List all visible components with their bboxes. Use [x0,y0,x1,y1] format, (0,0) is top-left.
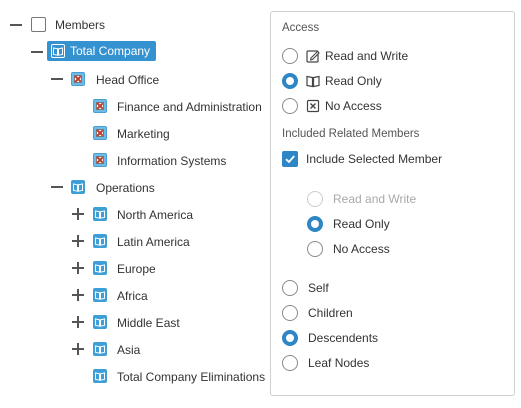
checkmark-icon[interactable] [282,151,298,167]
tree-item-total-company-eliminations[interactable]: Total Company Eliminations [117,370,265,384]
members-checkbox[interactable] [31,17,46,32]
selected-access-read-only[interactable]: Read Only [307,215,390,233]
option-label: Read and Write [333,192,417,206]
x-square-icon [306,99,320,113]
option-label: Read Only [325,74,382,88]
collapse-members-toggle[interactable] [10,19,22,31]
radio-button[interactable] [282,280,298,296]
book-icon [93,315,107,329]
pencil-square-icon [306,50,320,63]
option-label: Read and Write [325,49,409,63]
collapse-total-company-toggle[interactable] [31,46,43,58]
option-label: Read Only [333,217,390,231]
expand-africa-toggle[interactable] [72,289,84,301]
radio-button[interactable] [282,98,298,114]
tree-item-latin-america[interactable]: Latin America [117,235,190,249]
collapse-operations-toggle[interactable] [51,181,63,193]
book-icon [93,288,107,302]
relation-leaf-nodes[interactable]: Leaf Nodes [282,354,369,372]
include-selected-member-checkbox[interactable]: Include Selected Member [282,150,442,168]
option-label: Leaf Nodes [308,356,370,370]
radio-button[interactable] [307,241,323,257]
relation-descendents[interactable]: Descendents [282,329,378,347]
option-label: No Access [333,242,390,256]
tree-item-finance[interactable]: Finance and Administration [117,100,262,114]
expand-north-america-toggle[interactable] [72,208,84,220]
tree-item-label: Total Company [70,44,151,58]
relation-self[interactable]: Self [282,279,329,297]
excluded-member-icon [93,153,107,167]
book-icon [93,234,107,248]
option-label: Children [308,306,353,320]
book-icon [93,342,107,356]
tree-item-asia[interactable]: Asia [117,343,140,357]
book-icon [71,180,85,194]
tree-item-marketing[interactable]: Marketing [117,127,170,141]
excluded-member-icon [93,126,107,140]
radio-button-selected[interactable] [282,73,298,89]
book-icon [93,207,107,221]
radio-button-disabled [307,191,323,207]
tree-item-information-systems[interactable]: Information Systems [117,154,226,168]
book-icon [93,369,107,383]
tree-item-north-america[interactable]: North America [117,208,193,222]
tree-item-operations[interactable]: Operations [96,181,155,195]
tree-item-europe[interactable]: Europe [117,262,156,276]
selected-access-no-access[interactable]: No Access [307,240,390,258]
radio-button[interactable] [282,305,298,321]
members-label: Members [55,18,106,32]
expand-middle-east-toggle[interactable] [72,316,84,328]
expand-latin-america-toggle[interactable] [72,235,84,247]
radio-button[interactable] [282,48,298,64]
radio-button-selected[interactable] [307,216,323,232]
option-label: Self [308,281,329,295]
radio-button[interactable] [282,355,298,371]
access-option-read-only[interactable]: Read Only [282,72,382,90]
tree-item-head-office[interactable]: Head Office [96,73,159,87]
relation-children[interactable]: Children [282,304,353,322]
access-panel: Access Read and Write Read Only No Acces… [270,11,515,396]
radio-button-selected[interactable] [282,330,298,346]
book-icon [51,44,65,58]
access-section-title: Access [282,22,320,34]
tree-item-africa[interactable]: Africa [117,289,148,303]
excluded-member-icon [71,72,85,86]
option-label: Descendents [308,331,379,345]
excluded-member-icon [93,99,107,113]
tree-item-middle-east[interactable]: Middle East [117,316,180,330]
book-icon [306,75,320,88]
collapse-head-office-toggle[interactable] [51,73,63,85]
expand-asia-toggle[interactable] [72,343,84,355]
book-icon [93,261,107,275]
option-label: No Access [325,99,382,113]
tree-item-total-company[interactable]: Total Company [47,41,157,61]
access-option-read-write[interactable]: Read and Write [282,47,408,65]
access-option-no-access[interactable]: No Access [282,97,382,115]
option-label: Include Selected Member [306,152,443,166]
expand-europe-toggle[interactable] [72,262,84,274]
related-section-title: Included Related Members [282,128,420,140]
selected-access-read-write: Read and Write [307,190,416,208]
